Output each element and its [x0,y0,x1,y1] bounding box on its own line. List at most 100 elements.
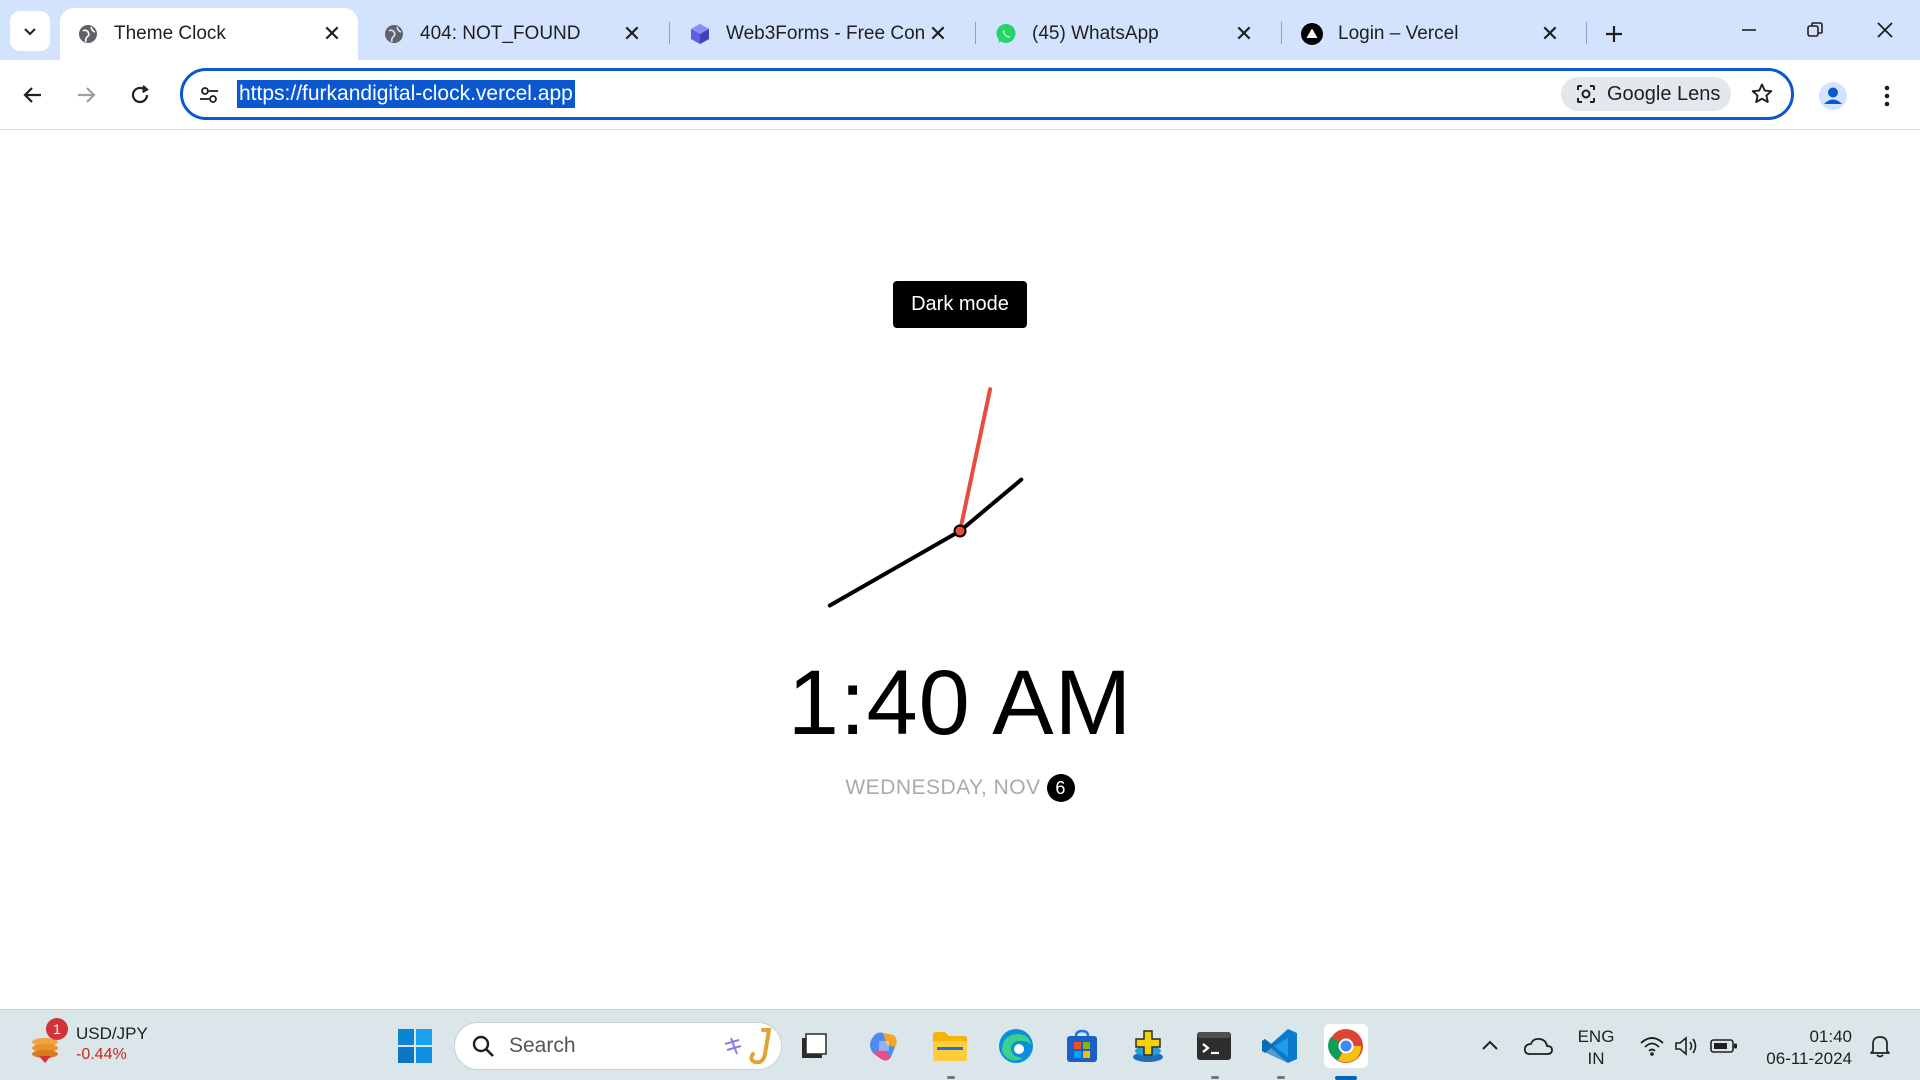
browser-toolbar: https://furkandigital-clock.vercel.app G… [0,60,1920,130]
start-button[interactable] [393,1024,437,1068]
file-explorer-button[interactable] [928,1024,972,1068]
battery-icon [1710,1039,1737,1053]
tab-separator [975,22,976,44]
notifications-button[interactable] [1858,1024,1902,1068]
minimize-button[interactable] [1726,10,1772,50]
close-icon[interactable]: ✕ [618,20,646,48]
avatar-icon [1819,82,1847,110]
close-icon[interactable]: ✕ [1536,20,1564,48]
tab-web3forms[interactable]: Web3Forms - Free Contact Form ✕ [672,8,964,60]
globe-icon [76,22,100,46]
url-text[interactable]: https://furkandigital-clock.vercel.app [237,80,575,108]
tab-vercel-login[interactable]: Login – Vercel ✕ [1284,8,1576,60]
edge-button[interactable] [994,1024,1038,1068]
weekday-month-label: WEDNESDAY, NOV [845,776,1041,799]
reload-button[interactable] [120,75,160,115]
google-lens-button[interactable]: Google Lens [1561,77,1731,111]
vscode-button[interactable] [1258,1024,1302,1068]
browser-menu-button[interactable] [1870,77,1904,115]
arrow-right-icon [78,87,96,103]
date-display: WEDNESDAY, NOV 6 [0,774,1920,802]
game-icon [1133,1030,1163,1062]
tab-theme-clock[interactable]: Theme Clock ✕ [60,8,358,60]
chrome-button[interactable] [1324,1024,1368,1068]
tab-404-not-found[interactable]: 404: NOT_FOUND ✕ [366,8,658,60]
clock-center-pivot [953,524,967,538]
microsoft-store-button[interactable] [1060,1024,1104,1068]
chrome-icon [1328,1029,1363,1063]
game-app-button[interactable] [1126,1024,1170,1068]
restore-button[interactable] [1792,10,1838,50]
minimize-icon [1742,29,1756,31]
active-app-indicator [1335,1076,1357,1080]
bell-icon [1870,1036,1890,1058]
close-icon[interactable]: ✕ [318,20,346,48]
copilot-button[interactable] [862,1024,906,1068]
tab-search-button[interactable] [10,11,50,51]
widget-ticker: USD/JPY [76,1024,148,1043]
close-icon [1877,22,1893,38]
onedrive-button[interactable] [1516,1024,1560,1068]
arrow-left-icon [23,87,41,103]
chevron-down-icon [24,28,36,36]
running-indicator [1211,1076,1219,1079]
site-settings-icon[interactable] [195,81,223,109]
system-date: 06-11-2024 [1766,1049,1852,1068]
tab-title: Theme Clock [114,23,226,44]
terminal-button[interactable] [1192,1024,1236,1068]
saxophone-icon [724,1028,772,1065]
running-indicator [947,1076,955,1079]
edge-icon [999,1029,1033,1063]
camera-lens-icon [1577,85,1595,103]
tab-title: Login – Vercel [1338,23,1459,44]
tab-title: 404: NOT_FOUND [420,23,581,44]
tab-strip: Theme Clock ✕ 404: NOT_FOUND ✕ Web3Forms… [0,0,1920,60]
close-window-button[interactable] [1862,10,1908,50]
store-icon [1067,1029,1097,1062]
back-button[interactable] [13,75,53,115]
vscode-icon [1262,1029,1297,1063]
restore-icon [1807,22,1823,37]
system-clock[interactable]: 01:40 06-11-2024 [1756,1026,1852,1070]
page-content: Dark mode 1:40 AM WEDNESDAY, NOV 6 [0,131,1920,1009]
tab-separator [669,22,670,44]
address-bar[interactable]: https://furkandigital-clock.vercel.app G… [180,68,1794,120]
speaker-icon [1675,1036,1697,1056]
close-icon[interactable]: ✕ [1230,20,1258,48]
tab-whatsapp[interactable]: (45) WhatsApp ✕ [978,8,1270,60]
wifi-icon [1640,1037,1664,1056]
bookmark-star-icon[interactable] [1747,79,1777,109]
copilot-icon [870,1032,897,1061]
language-indicator[interactable]: ENG IN [1570,1026,1622,1070]
running-indicator [1277,1076,1285,1079]
plus-icon [1606,26,1622,42]
windows-logo-icon [398,1029,432,1063]
forward-button[interactable] [66,75,106,115]
tab-separator [1281,22,1282,44]
globe-icon [382,22,406,46]
clock-minute-hand [827,529,962,608]
task-view-button[interactable] [792,1024,836,1068]
windows-taskbar: 1 USD/JPY -0.44% Search ENG IN 01:40 06-… [0,1009,1920,1080]
whatsapp-icon [994,22,1018,46]
close-icon[interactable]: ✕ [924,20,952,48]
language-code: ENG [1577,1027,1615,1046]
tab-title: Web3Forms - Free Contact Form [726,23,924,44]
dark-mode-toggle-button[interactable]: Dark mode [893,281,1027,328]
new-tab-button[interactable] [1596,16,1632,52]
google-lens-label: Google Lens [1607,82,1721,105]
task-view-icon [802,1033,827,1058]
vercel-icon [1300,22,1324,46]
digital-time: 1:40 AM [787,652,1133,754]
chevron-up-icon [1482,1040,1498,1050]
currency-widget[interactable]: 1 USD/JPY -0.44% [24,1018,184,1072]
search-icon [472,1035,494,1057]
battery-button[interactable] [1702,1024,1746,1068]
reload-icon [131,85,149,104]
cloud-icon [1523,1037,1553,1055]
date-day-badge: 6 [1046,774,1075,802]
language-region: IN [1587,1049,1605,1068]
show-hidden-icons-button[interactable] [1468,1024,1512,1068]
profile-button[interactable] [1814,77,1852,115]
taskbar-search-box[interactable]: Search [454,1022,782,1070]
